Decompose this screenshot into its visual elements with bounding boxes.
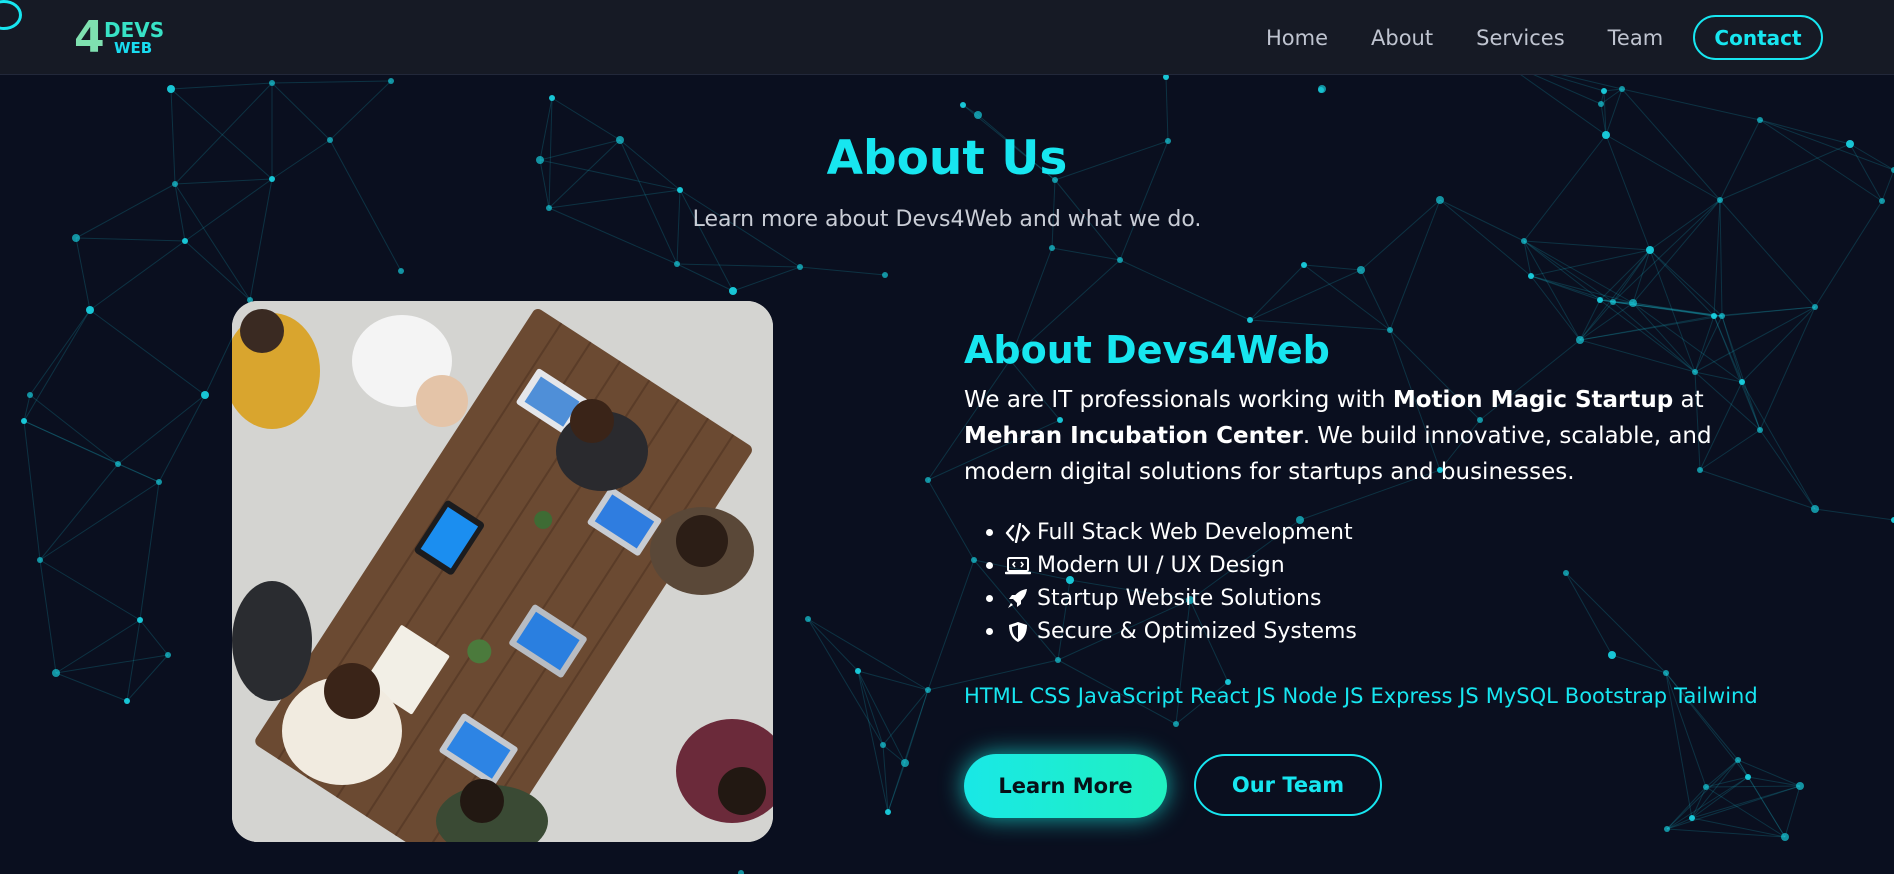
feature-label: Modern UI / UX Design (1037, 553, 1285, 578)
feature-item: Modern UI / UX Design (986, 549, 1804, 582)
shield-icon (1005, 621, 1031, 643)
about-heading: About Devs4Web (964, 328, 1330, 372)
logo[interactable]: 4 DEVS WEB (74, 12, 166, 63)
nav-link-team[interactable]: Team (1608, 24, 1664, 52)
nav-links: Home About Services Team (1266, 24, 1706, 52)
feature-label: Secure & Optimized Systems (1037, 619, 1357, 644)
tech-tag: React JS (1190, 684, 1276, 708)
laptop-code-icon (1005, 555, 1031, 577)
bullet (986, 595, 993, 602)
logo-web: WEB (114, 39, 153, 57)
learn-more-button[interactable]: Learn More (964, 754, 1167, 818)
bullet (986, 562, 993, 569)
contact-button[interactable]: Contact (1693, 15, 1823, 60)
tech-tag: Express JS (1370, 684, 1479, 708)
about-text-part-2: at (1673, 387, 1704, 413)
tech-tag: Tailwind (1674, 684, 1758, 708)
about-content: About Devs4Web We are IT professionals w… (964, 326, 1804, 708)
feature-label: Full Stack Web Development (1037, 520, 1353, 545)
logo-number: 4 (74, 12, 105, 63)
feature-item: Full Stack Web Development (986, 516, 1804, 549)
tech-tag: MySQL (1485, 684, 1558, 708)
tech-tag: Bootstrap (1564, 684, 1668, 708)
feature-item: Secure & Optimized Systems (986, 615, 1804, 648)
code-icon (1005, 522, 1031, 544)
feature-label: Startup Website Solutions (1037, 586, 1322, 611)
our-team-button[interactable]: Our Team (1194, 754, 1382, 816)
scroll-indicator-icon[interactable] (0, 0, 22, 30)
feature-item: Startup Website Solutions (986, 582, 1804, 615)
about-text-part-1: We are IT professionals working with (964, 387, 1393, 413)
bullet (986, 628, 993, 635)
team-meeting-photo (232, 301, 773, 842)
tech-tag: HTML (964, 684, 1023, 708)
team-meeting-illustration (232, 301, 773, 842)
about-bold-mehran: Mehran Incubation Center (964, 423, 1303, 449)
tech-stack: HTML CSS JavaScript React JS Node JS Exp… (964, 684, 1804, 708)
action-buttons: Learn More Our Team (964, 754, 1382, 818)
about-bold-motion-magic: Motion Magic Startup (1392, 387, 1674, 413)
nav-link-about[interactable]: About (1371, 24, 1433, 52)
bullet (986, 529, 993, 536)
section-subtitle: Learn more about Devs4Web and what we do… (692, 207, 1202, 232)
nav-link-home[interactable]: Home (1266, 24, 1328, 52)
rocket-icon (1005, 588, 1031, 610)
section-title: About Us (826, 131, 1068, 186)
features-list: Full Stack Web Development Modern UI / U… (986, 516, 1804, 648)
tech-tag: Node JS (1282, 684, 1364, 708)
tech-tag: CSS (1029, 684, 1071, 708)
nav-link-services[interactable]: Services (1476, 24, 1565, 52)
tech-tag: JavaScript (1077, 684, 1184, 708)
navbar: 4 DEVS WEB Home About Services Team Cont… (0, 0, 1894, 75)
about-description: We are IT professionals working with Mot… (964, 382, 1784, 490)
